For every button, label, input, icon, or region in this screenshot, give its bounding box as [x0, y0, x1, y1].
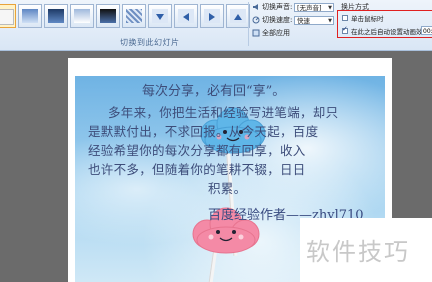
transition-dissolve-thumb[interactable] — [122, 4, 146, 28]
sound-speed-panel: 切换声音: [无声音] ▼ 切换速度: 快速 ▼ 全部应用 — [252, 2, 334, 46]
speed-icon — [252, 16, 260, 24]
speed-row: 切换速度: 快速 ▼ — [252, 15, 334, 27]
speed-label: 切换速度: — [262, 16, 293, 24]
group-divider — [248, 2, 249, 46]
apply-all-button[interactable]: 全部应用 — [252, 28, 290, 40]
on-click-checkbox[interactable] — [342, 15, 348, 21]
chevron-down-icon: ▼ — [328, 5, 332, 11]
transition-push-left-thumb[interactable] — [174, 4, 198, 28]
group-label: 切换到此幻灯片 — [120, 38, 180, 47]
advance-time-input[interactable]: 00: — [421, 26, 432, 35]
watermark-text: 软件技巧 — [306, 238, 410, 266]
sound-select[interactable]: [无声音] ▼ — [294, 3, 334, 12]
speaker-icon — [252, 3, 260, 11]
sound-value: [无声音] — [297, 4, 322, 12]
slide-body-line: 是默默付出，不求回报。从今天起，百度 — [88, 124, 319, 139]
sound-row: 切换声音: [无声音] ▼ — [252, 2, 334, 14]
chevron-down-icon: ▼ — [328, 18, 332, 24]
auto-advance-checkbox[interactable] — [342, 25, 348, 34]
transition-push-right-thumb[interactable] — [200, 4, 224, 28]
transition-cut-black-thumb[interactable] — [96, 4, 120, 28]
watermark: 软件技巧 — [300, 218, 432, 282]
on-click-label: 单击鼠标时 — [351, 15, 384, 23]
sound-label: 切换声音: — [262, 3, 293, 11]
apply-all-icon — [252, 29, 260, 37]
transition-none-thumb[interactable] — [0, 4, 16, 28]
transition-push-down-thumb[interactable] — [148, 4, 172, 28]
slide-body-line: 经验希望你的每次分享都有回享，收入 — [88, 143, 306, 158]
transition-push-up-thumb[interactable] — [226, 4, 250, 28]
transition-fade-black-thumb[interactable] — [44, 4, 68, 28]
transition-fade-thumb[interactable] — [18, 4, 42, 28]
speed-select[interactable]: 快速 ▼ — [294, 16, 334, 25]
slide-body-line: 也许不多，但随着你的笔耕不辍，日日 — [88, 162, 306, 177]
slide-title: 每次分享，必有回“享”。 — [142, 84, 286, 99]
slide-body-line: 多年来，你把生活和经验写进笔端，却只 — [108, 105, 339, 120]
auto-advance-label: 在此之后自动设置动画效果: — [351, 28, 432, 36]
speed-value: 快速 — [297, 17, 310, 25]
slide-body-line: 积累。 — [208, 181, 247, 196]
ribbon: 切换到此幻灯片 切换声音: [无声音] ▼ 切换速度: 快速 ▼ 全部应用 换片方式… — [0, 0, 432, 51]
transition-cut-thumb[interactable] — [70, 4, 94, 28]
apply-all-label: 全部应用 — [262, 29, 290, 37]
